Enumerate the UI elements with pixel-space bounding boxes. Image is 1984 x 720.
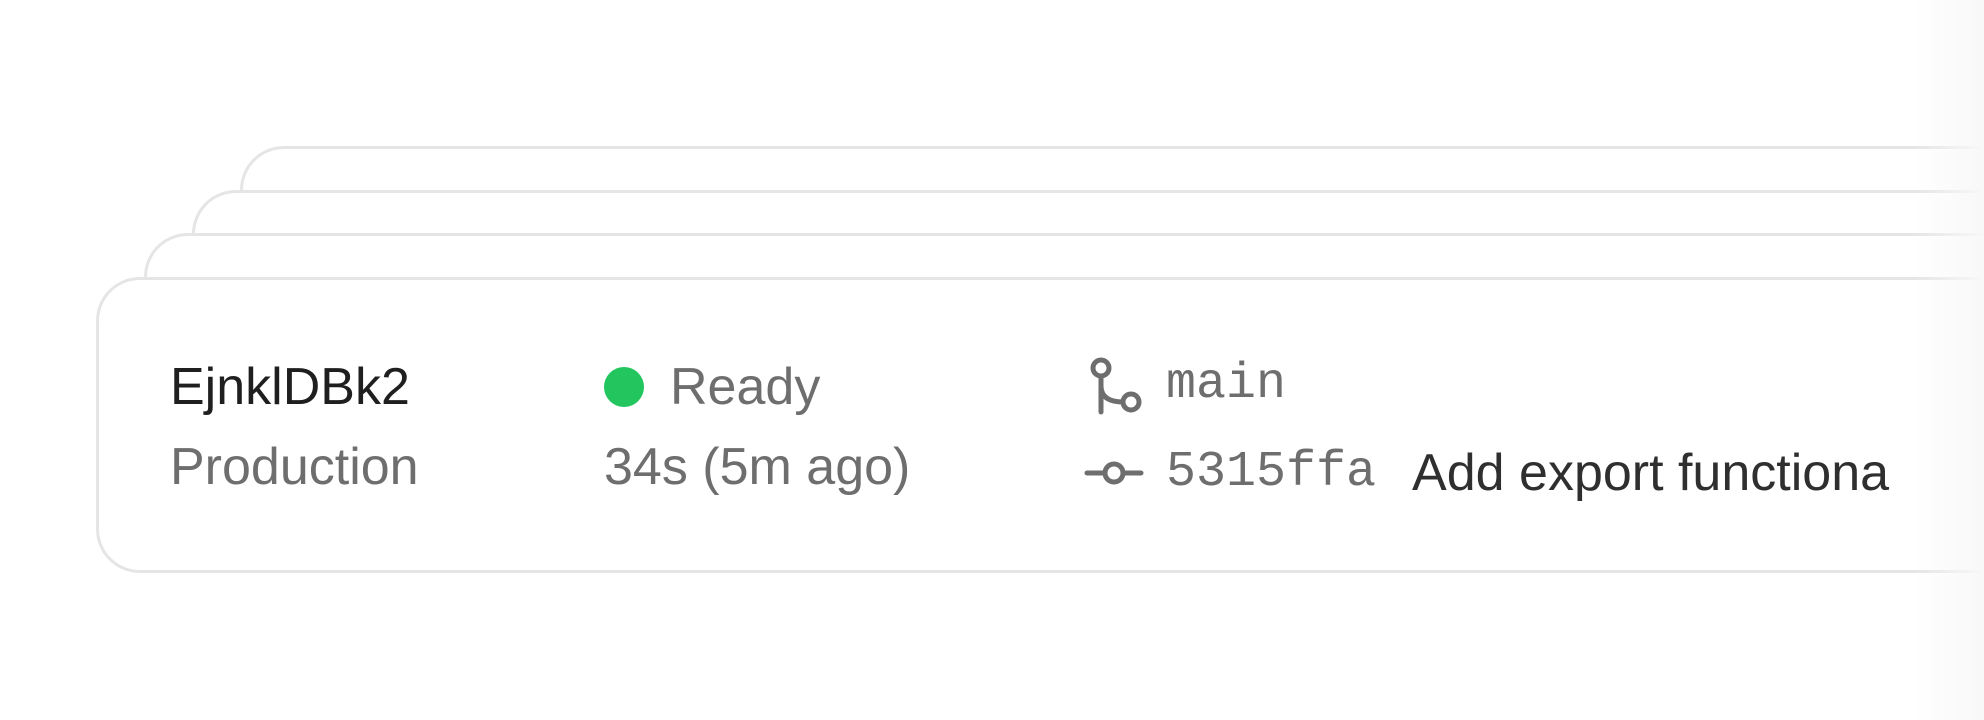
status-label: Ready [670,358,821,416]
status-ready-icon [604,367,644,407]
deployment-id[interactable]: EjnklDBk2 [170,357,410,417]
commit-hash[interactable]: 5315ffa [1166,443,1376,503]
deployment-duration: 34s (5m ago) [604,438,911,496]
git-commit-icon [1084,443,1144,503]
branch-name[interactable]: main [1166,355,1286,415]
deployment-status: Ready [604,357,820,417]
deployment-environment: Production [170,438,419,496]
deployment-card[interactable] [96,277,1984,573]
commit-info[interactable]: 5315ffa Add export functiona [1084,440,1889,506]
branch-info[interactable]: main [1084,352,1286,418]
git-branch-icon [1084,354,1146,416]
commit-message[interactable]: Add export functiona [1412,443,1889,503]
